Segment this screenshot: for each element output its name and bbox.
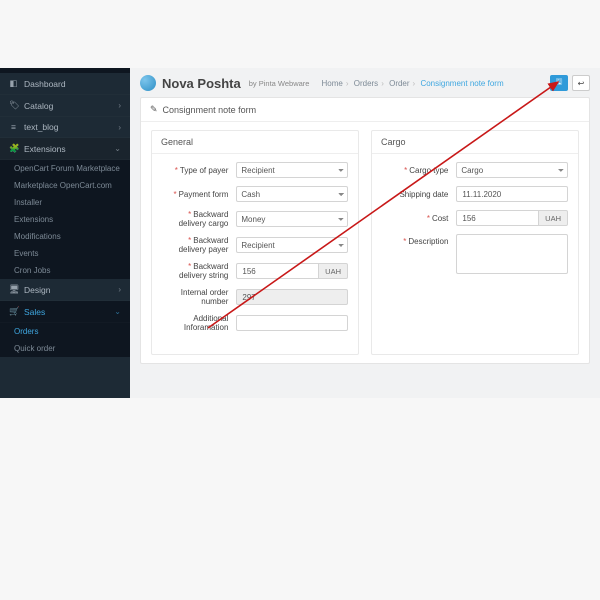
crumb-order[interactable]: Order: [389, 79, 409, 88]
page-subtitle: by Pinta Webware: [249, 79, 310, 88]
main-content: Nova Poshta by Pinta Webware Home› Order…: [130, 68, 600, 398]
sub-orders[interactable]: Orders: [0, 323, 130, 340]
label-cargo-type: Cargo type: [409, 166, 448, 175]
label-payment-form: Payment form: [179, 190, 229, 199]
dashboard-icon: ◧: [9, 78, 18, 89]
sub-quick-order[interactable]: Quick order: [0, 340, 130, 357]
sidebar-label: Dashboard: [24, 79, 66, 89]
cart-icon: 🛒: [9, 306, 18, 317]
general-card: General *Type of payer Recipient *Paymen…: [151, 130, 359, 355]
page-title: Nova Poshta: [162, 76, 241, 91]
chevron-right-icon: ›: [118, 123, 121, 132]
cargo-type-select[interactable]: Cargo: [456, 162, 568, 178]
payment-form-select[interactable]: Cash: [236, 186, 348, 202]
chevron-right-icon: ›: [118, 101, 121, 110]
back-button[interactable]: ↩: [572, 75, 590, 91]
puzzle-icon: 🧩: [9, 143, 18, 154]
currency-unit: UAH: [319, 263, 348, 279]
sales-submenu: Orders Quick order: [0, 323, 130, 357]
currency-unit: UAH: [539, 210, 568, 226]
general-heading: General: [152, 131, 358, 154]
crumb-orders[interactable]: Orders: [354, 79, 378, 88]
sidebar-item-dashboard[interactable]: ◧ Dashboard: [0, 73, 130, 95]
nova-poshta-logo: [140, 75, 156, 91]
crumb-home[interactable]: Home: [321, 79, 342, 88]
sidebar-item-sales[interactable]: 🛒 Sales ⌄: [0, 301, 130, 323]
pencil-icon: ✎: [150, 104, 158, 115]
internal-order-input: [236, 289, 348, 305]
backward-cargo-select[interactable]: Money: [236, 211, 348, 227]
crumb-current: Consignment note form: [420, 79, 503, 88]
sub-installer[interactable]: Installer: [0, 194, 130, 211]
label-backward-cargo: Backward delivery cargo: [179, 210, 229, 228]
chevron-right-icon: ›: [118, 285, 121, 294]
cargo-heading: Cargo: [372, 131, 578, 154]
sub-marketplace-opencart[interactable]: Marketplace OpenCart.com: [0, 177, 130, 194]
type-of-payer-select[interactable]: Recipient: [236, 162, 348, 178]
sidebar-label: Sales: [24, 307, 45, 317]
sidebar-item-extensions[interactable]: 🧩 Extensions ⌄: [0, 138, 130, 160]
label-internal-order: Internal order number: [181, 288, 229, 306]
description-textarea[interactable]: [456, 234, 568, 274]
tag-icon: 🏷: [9, 100, 18, 111]
backward-string-input[interactable]: [236, 263, 319, 279]
label-description: Description: [408, 237, 448, 246]
chevron-down-icon: ⌄: [114, 144, 121, 153]
extensions-submenu: OpenCart Forum Marketplace Marketplace O…: [0, 160, 130, 279]
cost-input[interactable]: [456, 210, 539, 226]
sidebar-label: Design: [24, 285, 50, 295]
label-backward-string: Backward delivery string: [179, 262, 228, 280]
back-icon: ↩: [578, 79, 585, 88]
backward-payer-select[interactable]: Recipient: [236, 237, 348, 253]
save-button[interactable]: 🖫: [550, 75, 568, 91]
label-shipping-date: Shipping date: [399, 190, 448, 199]
label-type-payer: Type of payer: [180, 166, 228, 175]
shipping-date-input[interactable]: [456, 186, 568, 202]
sub-extensions[interactable]: Extensions: [0, 211, 130, 228]
sub-events[interactable]: Events: [0, 245, 130, 262]
sidebar: ◧ Dashboard 🏷 Catalog › ≡ text_blog › 🧩 Exte…: [0, 68, 130, 398]
sub-cron-jobs[interactable]: Cron Jobs: [0, 262, 130, 279]
sidebar-item-catalog[interactable]: 🏷 Catalog ›: [0, 95, 130, 117]
label-backward-payer: Backward delivery payer: [179, 236, 229, 254]
cargo-card: Cargo *Cargo type Cargo Shipping date: [371, 130, 579, 355]
label-cost: Cost: [432, 214, 448, 223]
sub-modifications[interactable]: Modifications: [0, 228, 130, 245]
monitor-icon: 🖥: [9, 284, 18, 295]
form-panel: ✎ Consignment note form General *Type of …: [140, 97, 590, 364]
save-icon: 🖫: [556, 76, 563, 90]
sidebar-item-design[interactable]: 🖥 Design ›: [0, 279, 130, 301]
sub-marketplace-forum[interactable]: OpenCart Forum Marketplace: [0, 160, 130, 177]
label-additional-info: Additional Inforamation: [184, 314, 228, 332]
sidebar-label: Catalog: [24, 101, 53, 111]
additional-info-input[interactable]: [236, 315, 348, 331]
list-icon: ≡: [9, 122, 18, 132]
sidebar-label: text_blog: [24, 122, 59, 132]
panel-title: Consignment note form: [163, 105, 257, 115]
chevron-down-icon: ⌄: [114, 307, 121, 316]
breadcrumb: Home› Orders› Order› Consignment note fo…: [321, 79, 503, 88]
sidebar-item-text-blog[interactable]: ≡ text_blog ›: [0, 117, 130, 138]
sidebar-label: Extensions: [24, 144, 66, 154]
